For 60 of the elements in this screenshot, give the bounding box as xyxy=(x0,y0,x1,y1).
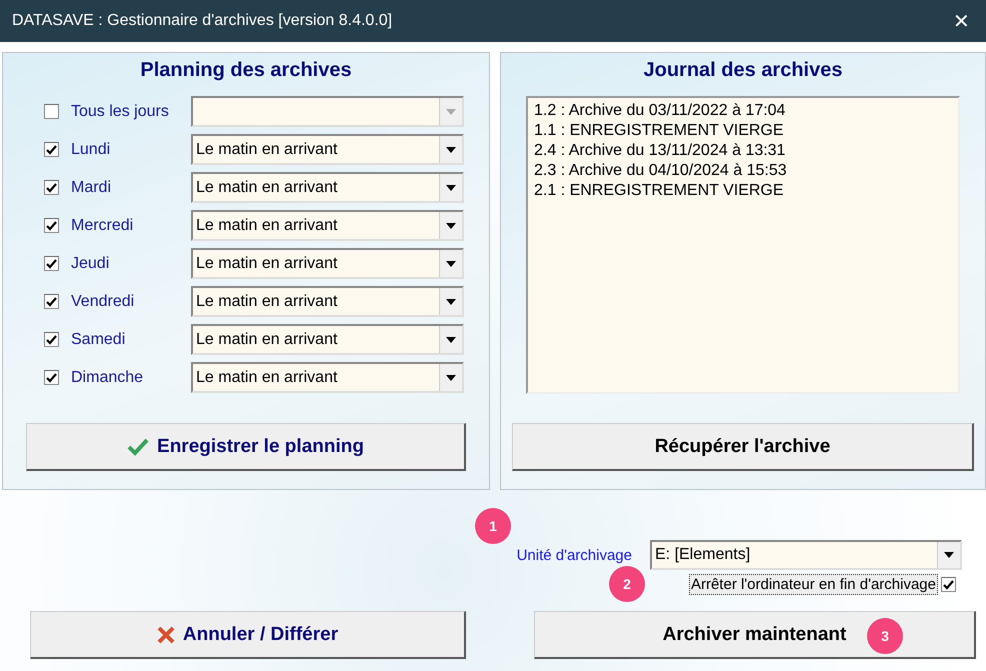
checkmark-icon xyxy=(127,438,150,456)
checkmark-icon xyxy=(46,144,57,154)
panel-title: Planning des archives xyxy=(140,59,352,82)
archive-entry[interactable]: 1.1 : ENREGISTREMENT VIERGE xyxy=(534,121,952,141)
day-label: Lundi xyxy=(71,140,112,158)
time-dropdown[interactable]: Le matin en arrivant xyxy=(191,286,464,317)
unit-label: Unité d'archivage xyxy=(516,546,632,564)
checkbox[interactable] xyxy=(44,370,59,385)
checkmark-icon xyxy=(943,580,954,590)
caret-icon xyxy=(446,336,456,342)
day-label: Tous les jours xyxy=(71,102,170,120)
checkbox[interactable] xyxy=(44,218,59,233)
archive-entry[interactable]: 2.4 : Archive du 13/11/2024 à 13:31 xyxy=(534,141,952,161)
checkbox[interactable] xyxy=(44,180,59,195)
caret-icon xyxy=(446,374,456,380)
checkmark-icon xyxy=(46,258,57,268)
caret-icon xyxy=(446,108,456,114)
day-label: Mardi xyxy=(71,178,112,196)
panel-title: Journal des archives xyxy=(644,59,842,82)
time-dropdown[interactable]: Le matin en arrivant xyxy=(191,172,464,203)
callout-badge: 2 xyxy=(609,566,645,602)
callout-badge: 1 xyxy=(475,508,511,544)
caret-icon xyxy=(446,260,456,266)
day-label: Dimanche xyxy=(71,368,144,386)
caret-icon xyxy=(446,146,456,152)
checkbox[interactable] xyxy=(44,294,59,309)
time-dropdown[interactable]: Le matin en arrivant xyxy=(191,210,464,241)
caret-icon xyxy=(446,222,456,228)
window-title: DATASAVE : Gestionnaire d'archives [version 8.4.0.0] xyxy=(12,12,392,30)
shutdown-checkbox[interactable] xyxy=(941,577,956,592)
cross-icon xyxy=(156,626,175,644)
checkbox[interactable] xyxy=(44,142,59,157)
caret-icon xyxy=(446,184,456,190)
checkmark-icon xyxy=(46,220,57,230)
cancel-button[interactable]: Annuler / Différer xyxy=(30,611,466,659)
time-dropdown[interactable]: Le matin en arrivant xyxy=(191,362,464,393)
shutdown-label: Arrêter l'ordinateur en fin d'archivage xyxy=(688,574,938,595)
day-label: Jeudi xyxy=(71,254,110,272)
checkmark-icon xyxy=(46,296,57,306)
time-dropdown[interactable]: Le matin en arrivant xyxy=(191,134,464,165)
save-planning-button[interactable]: Enregistrer le planning xyxy=(26,423,466,471)
checkbox[interactable] xyxy=(44,256,59,271)
archive-entry[interactable]: 1.2 : Archive du 03/11/2022 à 17:04 xyxy=(534,101,952,121)
checkmark-icon xyxy=(46,182,57,192)
caret-icon xyxy=(944,552,954,558)
time-dropdown[interactable]: Le matin en arrivant xyxy=(191,324,464,355)
time-dropdown[interactable]: Le matin en arrivant xyxy=(191,248,464,279)
checkbox[interactable] xyxy=(44,332,59,347)
checkmark-icon xyxy=(46,334,57,344)
archive-entry[interactable]: 2.1 : ENREGISTREMENT VIERGE xyxy=(534,181,952,201)
archive-entry[interactable]: 2.3 : Archive du 04/10/2024 à 15:53 xyxy=(534,161,952,181)
caret-icon xyxy=(446,298,456,304)
close-button[interactable]: ✕ xyxy=(947,8,976,34)
unit-dropdown[interactable]: E: [Elements] xyxy=(650,540,962,570)
restore-archive-button[interactable]: Récupérer l'archive xyxy=(512,423,974,471)
day-label: Mercredi xyxy=(71,216,134,234)
checkmark-icon xyxy=(46,372,57,382)
day-label: Vendredi xyxy=(71,292,136,310)
day-label: Samedi xyxy=(71,330,126,348)
archive-list[interactable]: 1.2 : Archive du 03/11/2022 à 17:04 1.1 : ENREGISTREMENT VIERGE 2.4 : Archive du 13/11/2024 à 13:31 2.3 : Archive du 04/10/2024 à 15:53 2.1 : ENREGISTREMENT VIERGE xyxy=(526,96,960,394)
